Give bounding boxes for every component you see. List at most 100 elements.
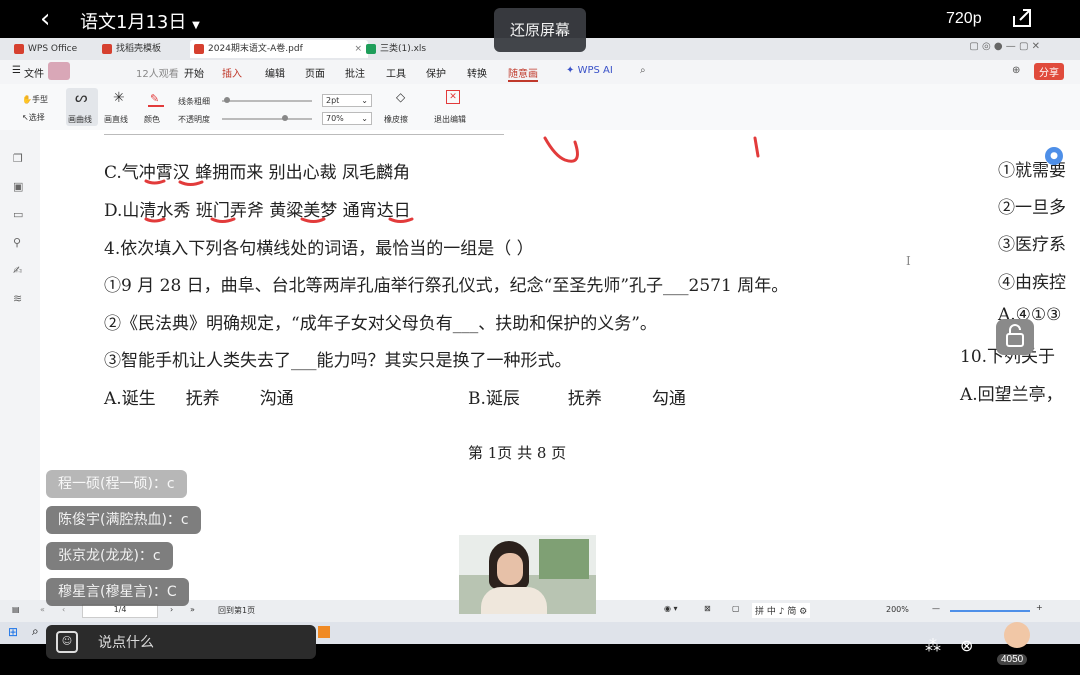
thumbnail-icon[interactable]: ▣ [13,180,25,193]
tab-xls[interactable]: 三类(1).xls [362,40,460,58]
menu-page[interactable]: 页面 [305,65,325,80]
wps-left-sidebar: ❐ ▣ ▭ ⚲ ✍ ≋ [0,130,40,600]
comment-icon[interactable]: ▭ [13,208,25,221]
first-page-icon[interactable]: « [40,605,45,614]
tab-pdf-active[interactable]: 2024期末语文-A卷.pdf × [190,40,368,58]
tab-label: WPS Office [28,44,78,54]
apps-icon[interactable]: ⁂ [925,636,941,655]
bookmark-icon[interactable]: ❐ [13,152,25,165]
zoom-level[interactable]: 200% [886,605,909,614]
layers-icon[interactable]: ≋ [13,292,25,305]
thickness-slider[interactable] [222,97,312,103]
prev-page-icon[interactable]: ‹ [62,605,65,614]
lock-icon [1006,324,1024,347]
zoom-slider[interactable] [950,610,1030,612]
ime-bar[interactable]: 拼 中 ♪ 简 ⚙ [752,603,811,618]
chat-message: 张京龙(龙龙)：c [46,542,173,570]
opacity-slider[interactable] [222,115,312,121]
share-icon[interactable] [1010,6,1034,30]
comment-input[interactable]: ☺ 说点什么 [46,625,316,659]
exit-edit-button[interactable]: ✕ 退出编辑 [434,88,474,126]
taskbar-app-icon[interactable] [318,626,330,638]
eraser-tool[interactable]: ◇ 橡皮擦 [384,88,420,126]
menu-file[interactable]: 文件 [24,65,44,80]
menu-tools[interactable]: 工具 [386,65,406,80]
tick-mark [753,136,760,158]
page-number-input[interactable]: 1/4 [82,604,158,618]
windows-start-icon[interactable]: ⊞ [8,625,18,639]
close-box-icon: ✕ [446,90,460,104]
color-tool[interactable]: ✎ 颜色 [144,88,170,126]
single-page-icon[interactable]: ▢ [732,604,740,613]
signature-icon[interactable]: ✍ [13,264,25,277]
teacher-webcam[interactable] [459,535,596,614]
hand-label: 手型 [31,95,48,104]
freehand-toolbar: ✋手型 ↖选择 ᔕ 画曲线 ✳ 画直线 ✎ 颜色 线条粗细 2pt ⌄ 不透明度… [0,84,1080,131]
window-controls[interactable]: ▢ ◎ ● — ▢ ✕ [969,41,1040,52]
slider-thumb[interactable] [282,115,288,121]
wps-menu-bar: ☰ 文件 12人观看 开始 插入 编辑 页面 批注 工具 保护 转换 随意画 ✦… [0,60,1080,84]
zoom-in-icon[interactable]: + [1036,603,1043,612]
eraser-label: 橡皮擦 [384,115,408,124]
menu-comment[interactable]: 批注 [345,65,365,80]
menu-insert[interactable]: 插入 [222,65,242,80]
screen-lock-button[interactable] [996,319,1034,355]
menu-protect[interactable]: 保护 [426,65,446,80]
stream-title[interactable]: 语文1月13日 ▼ [80,8,200,34]
zoom-out-icon[interactable]: — [932,604,940,613]
menu-home[interactable]: 开始 [184,65,204,80]
select-tool[interactable]: ↖选择 [22,112,45,123]
next-page-icon[interactable]: › [170,605,173,614]
pdf-icon [194,44,204,54]
tab-label: 找稻壳模板 [116,44,162,54]
chat-message: 程一硕(程一硕)：c [46,470,187,498]
menu-convert[interactable]: 转换 [467,65,487,80]
link-icon[interactable]: ⊗ [960,636,973,655]
line-tool[interactable]: ✳ 画直线 [102,88,134,126]
curve-icon: ᔕ [75,90,88,106]
pen-icon: ✎ [150,92,160,105]
menu-freehand[interactable]: 随意画 [508,65,538,82]
curve-mark [543,136,579,163]
assistant-icon[interactable]: ● [1045,147,1063,165]
hand-tool[interactable]: ✋手型 [22,94,48,105]
tab-template[interactable]: 找稻壳模板 [98,40,196,58]
star-line-icon: ✳ [113,90,125,106]
sheet-icon [366,44,376,54]
attachment-icon[interactable]: ⚲ [13,236,25,249]
opacity-value: 70% [326,114,344,123]
menu-edit[interactable]: 编辑 [265,65,285,80]
sidebar-toggle-icon[interactable]: ▤ [12,605,20,614]
view-mode-icon[interactable]: ◉ ▾ [664,604,678,613]
emoji-icon[interactable]: ☺ [56,631,78,653]
like-icon[interactable] [1004,622,1030,648]
search-icon[interactable]: ⌕ [640,65,646,76]
template-icon [102,44,112,54]
last-page-icon[interactable]: » [190,605,195,614]
back-to-first-link[interactable]: 回到第1页 [218,605,255,616]
underline-mark [388,217,414,223]
stream-title-text: 语文1月13日 [80,12,187,33]
close-icon[interactable]: × [354,40,362,58]
menu-icon[interactable]: ☰ [12,65,21,76]
back-icon[interactable]: ‹ [40,6,50,32]
curve-label: 画曲线 [68,115,92,124]
tab-label: 2024期末语文-A卷.pdf [208,44,303,54]
avatar [48,62,70,80]
underline-mark [178,180,204,186]
menu-wps-ai[interactable]: ✦ WPS AI [566,65,613,76]
underline-mark [144,217,166,223]
fit-width-icon[interactable]: ⊠ [704,604,711,613]
thickness-select[interactable]: 2pt ⌄ [322,94,372,107]
restore-screen-button[interactable]: 还原屏幕 [494,8,586,52]
cursor-icon: ↖ [22,113,29,122]
tab-wps-office[interactable]: WPS Office [10,40,108,58]
share-button[interactable]: 分享 [1034,63,1064,80]
cloud-icon[interactable]: ⊕ [1012,65,1020,76]
opacity-select[interactable]: 70% ⌄ [322,112,372,125]
slider-thumb[interactable] [224,97,230,103]
curve-tool[interactable]: ᔕ 画曲线 [66,88,98,126]
quality-selector[interactable]: 720p [946,10,982,28]
search-icon[interactable]: ⌕ [32,624,39,639]
chevron-down-icon: ▼ [192,20,200,31]
